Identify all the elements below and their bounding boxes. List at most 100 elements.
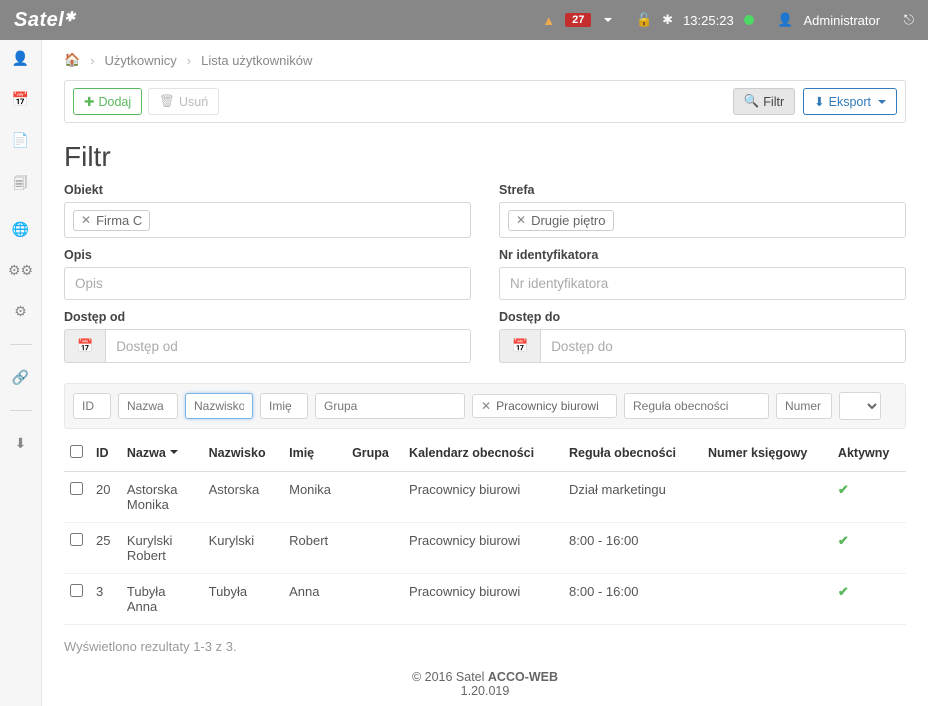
gear-icon[interactable]: ✱: [662, 12, 673, 28]
cell-id: 3: [90, 574, 121, 625]
col-filter-regula[interactable]: [624, 393, 769, 419]
th-kalendarz[interactable]: Kalendarz obecności: [403, 435, 563, 472]
cell-imie: Monika: [283, 472, 346, 523]
cell-nazwisko: Tubyła: [203, 574, 284, 625]
user-icon: 👤: [777, 12, 793, 28]
row-checkbox[interactable]: [70, 482, 83, 495]
table-row[interactable]: 20Astorska MonikaAstorskaMonikaPracownic…: [64, 472, 906, 523]
alert-dropdown-icon[interactable]: [604, 18, 612, 26]
nrident-label: Nr identyfikatora: [499, 248, 906, 262]
sidebar-item-download[interactable]: ⬇: [15, 435, 27, 452]
cell-regula: 8:00 - 16:00: [563, 574, 702, 625]
cell-aktywny: ✔: [832, 472, 906, 523]
clock-time: 13:25:23: [683, 13, 734, 28]
logout-icon[interactable]: ⎋: [904, 12, 914, 28]
chevron-right-icon: ›: [90, 53, 94, 68]
th-imie[interactable]: Imię: [283, 435, 346, 472]
col-filter-imie[interactable]: [260, 393, 308, 419]
strefa-tag[interactable]: ✕ Drugie piętro: [508, 210, 614, 231]
users-table: ID Nazwa Nazwisko Imię Grupa Kalendarz o…: [64, 435, 906, 625]
th-grupa[interactable]: Grupa: [346, 435, 403, 472]
calendar-icon[interactable]: 📅: [499, 329, 540, 363]
search-icon: 🔍: [744, 94, 760, 109]
col-filter-aktywny[interactable]: [839, 392, 881, 420]
breadcrumb: 🏠 › Użytkownicy › Lista użytkowników: [42, 40, 928, 80]
sidebar-item-link[interactable]: 🔗: [12, 369, 29, 386]
col-filter-numer[interactable]: [776, 393, 832, 419]
remove-tag-icon[interactable]: ✕: [516, 213, 526, 227]
dostep-do-input[interactable]: [540, 329, 906, 363]
sidebar-item-files[interactable]: 🗐: [14, 173, 28, 197]
cell-regula: Dział marketingu: [563, 472, 702, 523]
dostep-od-label: Dostęp od: [64, 310, 471, 324]
cell-nazwisko: Kurylski: [203, 523, 284, 574]
cell-kalendarz: Pracownicy biurowi: [403, 574, 563, 625]
filter-button[interactable]: 🔍 Filtr: [733, 88, 795, 115]
check-icon: ✔: [838, 584, 849, 599]
home-icon[interactable]: 🏠: [64, 52, 80, 68]
user-label[interactable]: Administrator: [804, 13, 881, 28]
topbar: Satel✱ ▲ 27 🔓 ✱ 13:25:23 👤 Administrator…: [0, 0, 928, 40]
obiekt-label: Obiekt: [64, 183, 471, 197]
dostep-od-input[interactable]: [105, 329, 471, 363]
add-button[interactable]: ✚ Dodaj: [73, 88, 142, 115]
nrident-input[interactable]: [499, 267, 906, 300]
th-nazwa[interactable]: Nazwa: [121, 435, 203, 472]
sidebar-divider: [10, 410, 32, 411]
status-dot-icon: [744, 15, 754, 25]
strefa-input[interactable]: ✕ Drugie piętro: [499, 202, 906, 238]
th-aktywny[interactable]: Aktywny: [832, 435, 906, 472]
check-icon: ✔: [838, 533, 849, 548]
obiekt-tag[interactable]: ✕ Firma C: [73, 210, 150, 231]
warning-icon[interactable]: ▲: [542, 13, 555, 28]
th-nazwisko[interactable]: Nazwisko: [203, 435, 284, 472]
cell-numer: [702, 523, 832, 574]
alert-badge[interactable]: 27: [565, 13, 591, 27]
trash-icon: 🗑: [159, 94, 175, 109]
remove-tag-icon[interactable]: ✕: [481, 399, 491, 413]
export-button[interactable]: ⬇ Eksport: [803, 88, 897, 115]
sidebar-item-cogs[interactable]: ⚙⚙: [8, 262, 33, 279]
sidebar-item-calendar[interactable]: 📅: [12, 91, 29, 108]
delete-button: 🗑 Usuń: [148, 88, 219, 115]
cell-id: 25: [90, 523, 121, 574]
row-checkbox[interactable]: [70, 533, 83, 546]
logo: Satel✱: [14, 9, 76, 32]
cell-nazwa: Astorska Monika: [121, 472, 203, 523]
col-filter-nazwa[interactable]: [118, 393, 178, 419]
cell-id: 20: [90, 472, 121, 523]
sidebar-item-globe[interactable]: 🌐: [12, 221, 29, 238]
col-filter-grupa[interactable]: [315, 393, 465, 419]
cell-nazwa: Kurylski Robert: [121, 523, 203, 574]
toolbar: ✚ Dodaj 🗑 Usuń 🔍 Filtr ⬇: [64, 80, 906, 123]
sidebar-item-document[interactable]: 📄: [12, 132, 29, 149]
obiekt-input[interactable]: ✕ Firma C: [64, 202, 471, 238]
col-filter-id[interactable]: [73, 393, 111, 419]
unlock-icon[interactable]: 🔓: [636, 12, 652, 28]
cell-grupa: [346, 472, 403, 523]
column-filters: ✕ Pracownicy biurowi: [64, 383, 906, 429]
cell-grupa: [346, 523, 403, 574]
remove-tag-icon[interactable]: ✕: [81, 213, 91, 227]
select-all-checkbox[interactable]: [70, 445, 83, 458]
table-row[interactable]: 3Tubyła AnnaTubyłaAnnaPracownicy biurowi…: [64, 574, 906, 625]
breadcrumb-item: Lista użytkowników: [201, 53, 312, 68]
cell-kalendarz: Pracownicy biurowi: [403, 523, 563, 574]
table-row[interactable]: 25Kurylski RobertKurylskiRobertPracownic…: [64, 523, 906, 574]
col-filter-kalendarz[interactable]: ✕ Pracownicy biurowi: [472, 394, 617, 418]
row-checkbox[interactable]: [70, 584, 83, 597]
th-id[interactable]: ID: [90, 435, 121, 472]
opis-input[interactable]: [64, 267, 471, 300]
cell-aktywny: ✔: [832, 523, 906, 574]
calendar-icon[interactable]: 📅: [64, 329, 105, 363]
cell-numer: [702, 574, 832, 625]
sidebar-item-user[interactable]: 👤: [12, 50, 29, 67]
th-regula[interactable]: Reguła obecności: [563, 435, 702, 472]
breadcrumb-item[interactable]: Użytkownicy: [105, 53, 177, 68]
dostep-do-label: Dostęp do: [499, 310, 906, 324]
col-filter-nazwisko[interactable]: [185, 393, 253, 419]
strefa-label: Strefa: [499, 183, 906, 197]
th-numer[interactable]: Numer księgowy: [702, 435, 832, 472]
chevron-right-icon: ›: [187, 53, 191, 68]
sidebar-item-settings[interactable]: ⚙: [14, 303, 27, 320]
